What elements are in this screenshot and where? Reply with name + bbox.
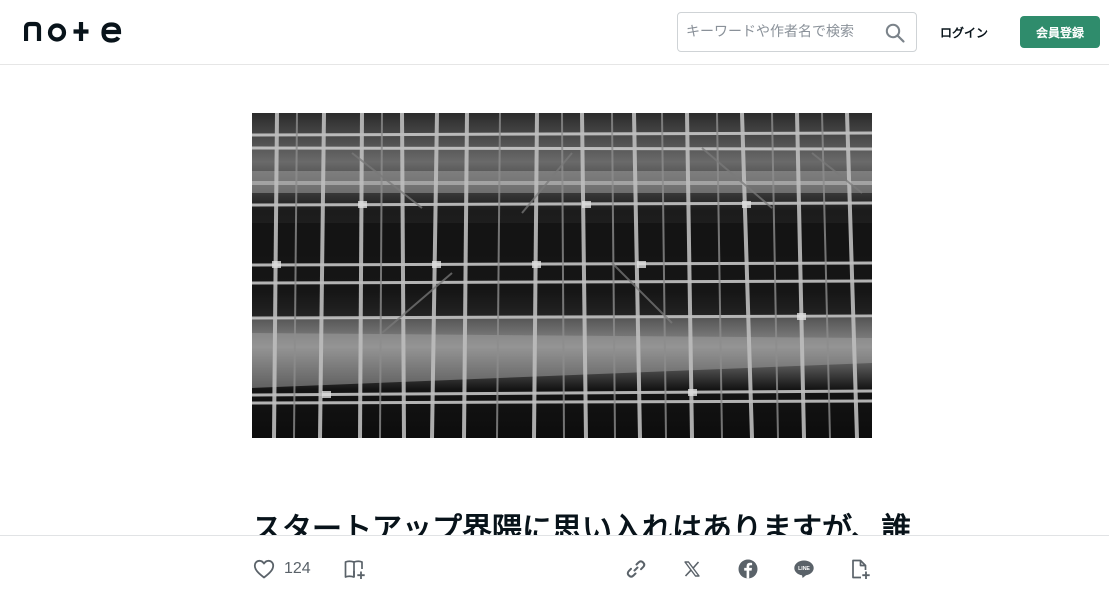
like-count: 124 [284, 560, 311, 577]
login-button[interactable]: ログイン [929, 16, 999, 48]
signup-button[interactable]: 会員登録 [1020, 16, 1100, 48]
heart-icon[interactable] [252, 557, 276, 581]
note-logo[interactable] [24, 19, 124, 43]
scaffolding-photo [252, 113, 872, 438]
article-eyecatch-image [252, 113, 872, 438]
site-header: ログイン 会員登録 [0, 0, 1109, 65]
line-icon[interactable]: LINE [792, 557, 816, 581]
search-box[interactable] [677, 12, 917, 52]
magazine-add-icon[interactable] [343, 557, 367, 581]
x-icon[interactable] [680, 557, 704, 581]
search-input[interactable] [686, 13, 882, 51]
facebook-icon[interactable] [736, 557, 760, 581]
search-icon[interactable] [884, 22, 906, 44]
link-icon[interactable] [624, 557, 648, 581]
article-action-bar: 124 LINE [0, 535, 1109, 600]
page: ログイン 会員登録 [0, 0, 1109, 600]
svg-text:LINE: LINE [798, 566, 810, 572]
note-add-icon[interactable] [848, 557, 872, 581]
